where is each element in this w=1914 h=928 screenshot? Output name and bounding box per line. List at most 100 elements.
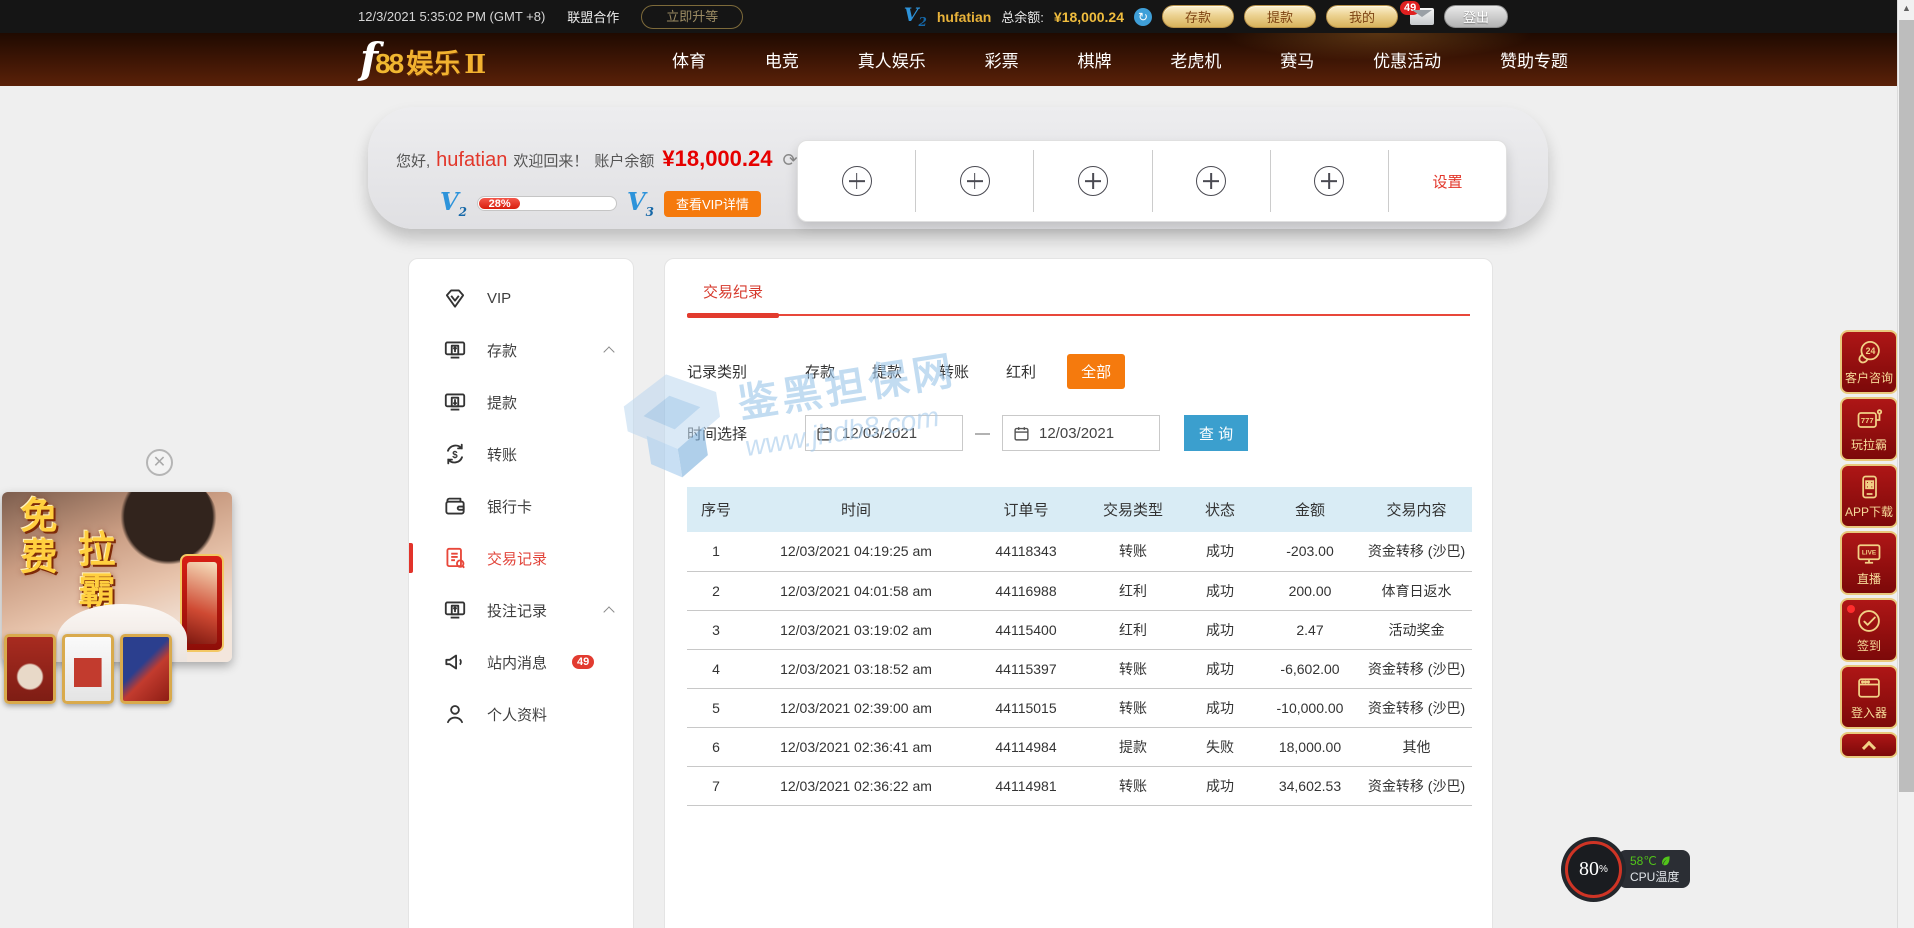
category-option[interactable]: 提款	[872, 361, 902, 382]
vip-diamond-icon	[442, 285, 468, 311]
category-option[interactable]: 红利	[1006, 361, 1036, 382]
nav-item[interactable]: 优惠活动	[1373, 47, 1441, 72]
site-logo[interactable]: f 88 娱乐 Ⅱ	[360, 39, 486, 81]
cell-order-id: 44118343	[967, 532, 1085, 571]
nav-item[interactable]: 真人娱乐	[858, 47, 926, 72]
cell-status: 失败	[1181, 727, 1259, 766]
nav-item[interactable]: 彩票	[985, 47, 1019, 72]
welcome-line: 您好, hufatian 欢迎回来！ 账户余额 ¥18,000.24 ⟳	[396, 146, 798, 172]
cell-order-id: 44115015	[967, 688, 1085, 727]
logout-button[interactable]: 登出	[1444, 5, 1508, 28]
sidebar-item-withdraw[interactable]: 提款	[409, 376, 633, 428]
table-body: 1 12/03/2021 04:19:25 am 44118343 转账 成功 …	[687, 532, 1472, 805]
cell-order-id: 44115397	[967, 649, 1085, 688]
svg-text:24: 24	[1866, 346, 1876, 356]
category-option[interactable]: 存款	[805, 361, 835, 382]
category-option[interactable]: 转账	[939, 361, 969, 382]
cell-seq: 1	[687, 532, 745, 571]
table-row: 2 12/03/2021 04:01:58 am 44116988 红利 成功 …	[687, 571, 1472, 610]
app-download-button[interactable]: APP下载	[1840, 464, 1898, 528]
date-from-input[interactable]: 12/03/2021	[805, 415, 963, 451]
scrollbar-thumb[interactable]	[1899, 20, 1914, 792]
vip-progress-fill: 28%	[479, 198, 520, 209]
cell-type: 红利	[1085, 610, 1181, 649]
refresh-icon[interactable]: ⟳	[782, 150, 797, 171]
sidebar-item-betting-record[interactable]: 投注记录	[409, 584, 633, 636]
nav-item[interactable]: 体育	[672, 47, 706, 72]
table-row: 6 12/03/2021 02:36:41 am 44114984 提款 失败 …	[687, 727, 1472, 766]
cell-amount: -10,000.00	[1259, 688, 1361, 727]
vip-next-icon: V3	[627, 190, 654, 218]
cell-order-id: 44115400	[967, 610, 1085, 649]
page-scrollbar[interactable]: ▲	[1897, 0, 1914, 928]
date-to-input[interactable]: 12/03/2021	[1002, 415, 1160, 451]
cpu-status-pill: 58℃ CPU温度	[1618, 850, 1690, 888]
customer-service-24-icon: 24	[1855, 339, 1883, 367]
tab-transaction-records[interactable]: 交易纪录	[687, 281, 779, 314]
nav-item[interactable]: 老虎机	[1170, 47, 1221, 72]
vip-detail-button[interactable]: 查看VIP详情	[664, 191, 761, 217]
query-button[interactable]: 查 询	[1184, 415, 1248, 451]
nav-item[interactable]: 电竞	[765, 47, 799, 72]
vip-progress-row: V2 28% V3 查看VIP详情	[440, 190, 761, 218]
sidebar-item-deposit[interactable]: 存款	[409, 324, 633, 376]
message-count-badge: 49	[1400, 1, 1420, 15]
promo-thumbnail[interactable]	[62, 634, 114, 704]
nav-item[interactable]: 赛马	[1280, 47, 1314, 72]
vip-progress-bar: 28%	[477, 196, 617, 211]
column-header: 时间	[745, 487, 967, 532]
cell-seq: 6	[687, 727, 745, 766]
promo-banner[interactable]: 免费 拉霸	[2, 492, 232, 704]
customer-service-button[interactable]: 24 客户咨询	[1840, 330, 1898, 394]
calendar-icon	[816, 425, 833, 442]
logo-88: 88	[375, 48, 402, 80]
refresh-balance-icon[interactable]: ↻	[1134, 8, 1152, 26]
sidebar-item-bank-card[interactable]: 银行卡	[409, 480, 633, 532]
sidebar-item-messages[interactable]: 站内消息 49	[409, 636, 633, 688]
category-option[interactable]: 全部	[1067, 354, 1125, 389]
mail-icon[interactable]: 49	[1410, 8, 1434, 25]
scroll-up-icon[interactable]: ▲	[1898, 3, 1914, 13]
promo-thumbnail[interactable]	[120, 634, 172, 704]
cell-content: 体育日返水	[1361, 571, 1472, 610]
quick-add-slot-3[interactable]	[1033, 150, 1151, 212]
quick-add-slot-1[interactable]	[798, 150, 915, 212]
settings-button[interactable]: 设置	[1388, 150, 1506, 212]
collapse-sidebar-button[interactable]	[1840, 732, 1898, 758]
sidebar-item-profile[interactable]: 个人资料	[409, 688, 633, 740]
greeting-suffix: 欢迎回来！	[513, 150, 588, 171]
slot-machine-button[interactable]: 777 玩拉霸	[1840, 397, 1898, 461]
category-filter-row: 记录类别 存款提款转账红利全部	[687, 354, 1492, 389]
cell-amount: 34,602.53	[1259, 766, 1361, 805]
cell-type: 红利	[1085, 571, 1181, 610]
withdraw-button[interactable]: 提款	[1244, 5, 1316, 28]
promo-thumbnail[interactable]	[4, 634, 56, 704]
balance-value: ¥18,000.24	[1054, 9, 1124, 25]
quick-add-slot-5[interactable]	[1270, 150, 1388, 212]
promo-thumbnails	[4, 634, 172, 704]
deposit-button[interactable]: 存款	[1162, 5, 1234, 28]
cell-status: 成功	[1181, 649, 1259, 688]
time-select-label: 时间选择	[687, 423, 779, 444]
alliance-link[interactable]: 联盟合作	[567, 7, 619, 26]
nav-item[interactable]: 棋牌	[1078, 47, 1112, 72]
column-header: 订单号	[967, 487, 1085, 532]
check-in-button[interactable]: 签到	[1840, 598, 1898, 662]
nav-item[interactable]: 赞助专题	[1500, 47, 1568, 72]
live-stream-button[interactable]: LIVE 直播	[1840, 531, 1898, 595]
mine-button[interactable]: 我的	[1326, 5, 1398, 28]
launcher-button[interactable]: 登入器	[1840, 665, 1898, 729]
cell-amount: 18,000.00	[1259, 727, 1361, 766]
quick-add-slot-2[interactable]	[915, 150, 1033, 212]
column-header: 交易类型	[1085, 487, 1181, 532]
sidebar-item-vip[interactable]: VIP	[409, 272, 633, 324]
upgrade-button[interactable]: 立即升等	[641, 5, 743, 29]
message-icon	[442, 649, 468, 675]
close-promo-icon[interactable]: ✕	[146, 449, 173, 476]
quick-add-slot-4[interactable]	[1152, 150, 1270, 212]
sidebar-item-transaction-record[interactable]: 交易记录	[409, 532, 633, 584]
cell-amount: 2.47	[1259, 610, 1361, 649]
cell-content: 其他	[1361, 727, 1472, 766]
add-icon	[1078, 166, 1108, 196]
sidebar-item-transfer[interactable]: $ 转账	[409, 428, 633, 480]
